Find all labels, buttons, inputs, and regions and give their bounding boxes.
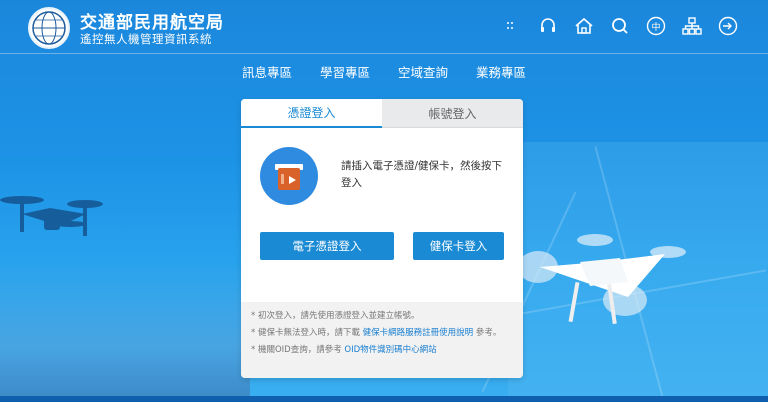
drone-illustration-right xyxy=(518,234,686,325)
health-card-login-button[interactable]: 健保卡登入 xyxy=(413,232,504,260)
note-health-card-prefix: * 健保卡無法登入時，請下載 xyxy=(251,328,360,338)
note-oid: * 機關OID查詢，請參考 OID物件識別碼中心網站 xyxy=(251,343,513,357)
health-card-guide-link[interactable]: 健保卡網路服務註冊使用說明 xyxy=(363,328,474,338)
oid-center-link[interactable]: OID物件識別碼中心網站 xyxy=(344,345,436,355)
login-tabs: 憑證登入 帳號登入 xyxy=(241,99,523,128)
language-label: 中 xyxy=(651,22,661,33)
login-notes: * 初次登入，請先使用憑證登入並建立帳號。 * 健保卡無法登入時，請下載 健保卡… xyxy=(241,302,523,378)
site-map-icon[interactable] xyxy=(674,14,710,38)
insert-card-instruction: 請插入電子憑證/健保卡，然後按下登入 xyxy=(341,160,503,189)
search-icon[interactable] xyxy=(602,14,638,38)
site-header: 交通部民用航空局 遙控無人機管理資訊系統 中 xyxy=(0,0,768,54)
certificate-login-button[interactable]: 電子憑證登入 xyxy=(260,232,394,260)
nav-item-news[interactable]: 訊息專區 xyxy=(228,62,306,81)
tab-certificate-login[interactable]: 憑證登入 xyxy=(241,99,382,128)
sitemap-dots-icon[interactable] xyxy=(494,14,530,38)
globe-logo-icon xyxy=(32,11,66,45)
nav-item-airspace[interactable]: 空域查詢 xyxy=(384,62,462,81)
drone-illustration-left xyxy=(0,196,103,236)
home-icon[interactable] xyxy=(566,14,602,38)
note-health-card-suffix: 參考。 xyxy=(475,328,502,338)
header-toolbar: 中 xyxy=(494,14,746,38)
nav-item-learning[interactable]: 學習專區 xyxy=(306,62,384,81)
headset-icon[interactable] xyxy=(530,14,566,38)
main-nav: 訊息專區 學習專區 空域查詢 業務專區 xyxy=(0,54,768,88)
card-reader-icon xyxy=(260,147,318,205)
footer-bar xyxy=(0,396,768,402)
nav-item-business[interactable]: 業務專區 xyxy=(462,62,540,81)
tab-account-login[interactable]: 帳號登入 xyxy=(382,99,523,128)
note-health-card: * 健保卡無法登入時，請下載 健保卡網路服務註冊使用說明 參考。 xyxy=(251,326,513,340)
caa-logo[interactable] xyxy=(28,7,70,49)
note-oid-prefix: * 機關OID查詢，請參考 xyxy=(251,345,342,355)
city-skyline-image xyxy=(0,262,250,402)
login-icon[interactable] xyxy=(710,14,746,38)
agency-title: 交通部民用航空局 xyxy=(80,13,224,33)
system-subtitle: 遙控無人機管理資訊系統 xyxy=(80,32,212,46)
note-first-login: * 初次登入，請先使用憑證登入並建立帳號。 xyxy=(251,311,420,321)
language-icon[interactable]: 中 xyxy=(638,14,674,38)
login-panel: 憑證登入 帳號登入 請插入電子憑證/健保卡，然後按下登入 電子憑證登入 健保卡登… xyxy=(241,99,523,378)
